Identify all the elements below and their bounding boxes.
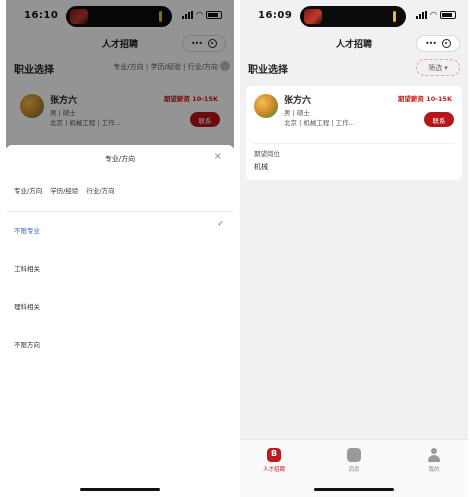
sheet-option[interactable]: 不限专业 [14,225,40,235]
checkmark-icon: ✓ [217,219,224,228]
expected-position-label: 期望岗位 [254,150,280,158]
bottom-tab-bar: 人才招聘 消息 我的 [240,439,468,497]
tab-label: 我的 [428,467,440,473]
tab-label: 人才招聘 [262,467,285,473]
filter-button-label: 筛选 [428,63,443,72]
status-bar: 16:09 ◠ [240,0,468,34]
tab-home[interactable]: 人才招聘 [254,448,294,473]
avatar [254,94,278,118]
section-heading: 职业选择 [248,65,288,76]
more-dots-icon[interactable]: ••• [425,39,437,48]
user-icon [427,448,441,462]
sheet-option[interactable]: 不限方向 [14,339,40,349]
battery-icon [440,10,456,19]
dynamic-island [300,6,406,27]
app-thumbnail-icon [304,9,322,24]
candidate-name: 张方六 [284,96,312,106]
sheet-option[interactable]: 工科相关 [14,263,40,273]
status-time: 16:09 [258,10,293,21]
home-indicator [80,488,160,491]
close-miniprogram-icon[interactable] [442,39,452,48]
sheet-option[interactable]: 理科相关 [14,301,40,311]
candidate-card[interactable]: 张方六 男 | 硕士 北京 | 机械工程 | 工作... 期望薪资 10-15K… [246,86,462,180]
right-phone-screen: 16:09 ◠ 人才招聘 ••• 职业选择 筛选 ▾ 张方六 男 | 硕士 北京… [240,0,468,497]
candidate-info-line: 男 | 硕士 [284,109,310,117]
home-indicator [314,488,394,491]
status-icons: ◠ [416,10,456,19]
expected-position-value: 机械 [254,163,268,171]
tab-label: 消息 [348,467,360,473]
candidate-info-line: 北京 | 机械工程 | 工作... [284,119,355,127]
divider [254,143,454,144]
sheet-tab[interactable]: 行业/方向 [86,185,114,195]
sheet-tabs: 专业/方向 学历/经验 行业/方向 [14,185,115,195]
tab-messages[interactable]: 消息 [334,448,374,473]
signal-icon [416,10,428,19]
miniprogram-capsule[interactable]: ••• [416,35,460,52]
left-phone-screen: 16:10 ◠ 人才招聘 ••• 职业选择 专业/方向 | 学历/经验 | 行业… [6,0,234,497]
close-icon[interactable]: × [214,151,222,162]
nav-bar: 人才招聘 ••• [240,32,468,56]
sheet-tab[interactable]: 学历/经验 [50,185,78,195]
filter-bottom-sheet: 专业/方向 × 专业/方向 学历/经验 行业/方向 不限专业 ✓ 工科相关 理科… [6,145,234,497]
home-icon [267,448,281,462]
modal-backdrop[interactable] [6,0,234,148]
salary-tag: 期望薪资 10-15K [397,95,452,103]
divider [6,211,234,212]
chat-icon [347,448,361,462]
chevron-down-icon: ▾ [444,63,448,72]
filter-button[interactable]: 筛选 ▾ [416,59,460,76]
sheet-tab[interactable]: 专业/方向 [14,185,42,195]
tab-profile[interactable]: 我的 [414,448,454,473]
section-header: 职业选择 筛选 ▾ [240,58,468,80]
wifi-icon: ◠ [430,10,437,19]
audio-indicator-icon [393,11,396,22]
contact-button[interactable]: 联系 [424,112,454,127]
sheet-title: 专业/方向 [104,155,136,163]
